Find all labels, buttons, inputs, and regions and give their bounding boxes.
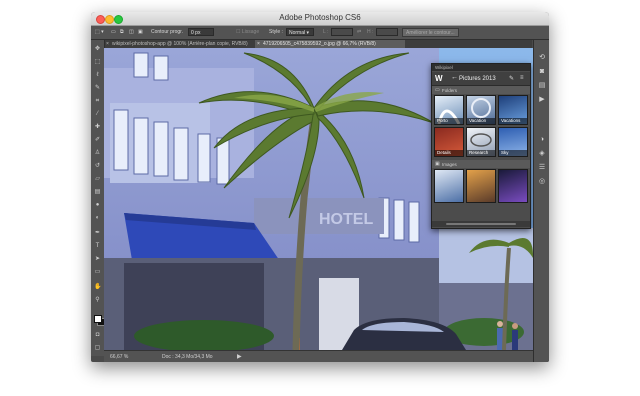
close-tab-icon[interactable]: × <box>106 40 109 48</box>
foreground-color-swatch[interactable] <box>94 315 102 323</box>
pen-tool-icon[interactable]: ✒ <box>94 230 101 237</box>
back-arrow-icon[interactable]: ← <box>451 74 458 81</box>
style-value: Normal <box>289 30 306 36</box>
camera-icon[interactable]: ◙ <box>538 68 546 76</box>
lasso-tool-icon[interactable]: ℓ <box>94 72 101 79</box>
marquee-preset-icon[interactable]: ⬚ ▾ <box>95 29 104 35</box>
menu-icon[interactable]: ≡ <box>520 75 524 81</box>
actions-icon[interactable]: ▶ <box>538 96 546 104</box>
tab-wikipixel-document[interactable]: × wikipixel-photoshop-app @ 100% (Arrièr… <box>104 40 254 48</box>
window-title: Adobe Photoshop CS6 <box>279 13 361 22</box>
width-input[interactable] <box>331 28 353 36</box>
images-section-header[interactable]: ▣ Images <box>432 160 530 168</box>
folder-thumbnail[interactable]: Vacation <box>466 95 496 125</box>
title-bar: Adobe Photoshop CS6 <box>91 12 549 26</box>
images-label: Images <box>442 161 457 167</box>
refine-edge-button[interactable]: Améliorer le contour... <box>402 28 459 37</box>
marquee-tool-icon[interactable]: ⬚ <box>94 59 101 66</box>
folder-caption: Vacations <box>499 118 527 124</box>
dodge-icon[interactable]: ◐ <box>94 215 101 222</box>
blur-icon[interactable]: ● <box>94 202 101 209</box>
smooth-label: Lissage <box>241 29 260 35</box>
folder-thumbnail[interactable]: Porto <box>434 95 464 125</box>
new-selection-icon[interactable]: ▭ <box>111 29 116 35</box>
move-tool-icon[interactable]: ✥ <box>94 46 101 53</box>
image-thumbnail[interactable] <box>434 169 464 203</box>
properties-icon[interactable]: ▤ <box>538 82 546 90</box>
wikipixel-logo: W <box>435 74 443 83</box>
document-tabs: × wikipixel-photoshop-app @ 100% (Arrièr… <box>104 40 532 48</box>
panel-scrollbar[interactable] <box>432 221 530 227</box>
document-size: Doc : 34,3 Mo/34,3 Mo <box>162 354 213 360</box>
height-input[interactable] <box>376 28 398 36</box>
folder-thumbnail[interactable]: Vacations <box>498 95 528 125</box>
history-icon[interactable]: ⟲ <box>538 54 546 62</box>
close-tab-icon[interactable]: × <box>257 40 260 48</box>
zoom-level[interactable]: 66,67 % <box>110 354 128 360</box>
folder-caption: Details <box>435 150 463 156</box>
status-bar: 66,67 % Doc : 34,3 Mo/34,3 Mo ▶ <box>104 350 533 362</box>
zoom-tool-icon[interactable]: ⚲ <box>94 297 101 304</box>
smooth-checkbox[interactable]: ☐ Lissage <box>236 29 259 35</box>
layers-icon[interactable]: ◈ <box>538 150 546 158</box>
height-label: H : <box>367 29 374 35</box>
scrollbar-thumb[interactable] <box>446 223 516 225</box>
folder-thumbnail[interactable]: Sky <box>498 127 528 157</box>
folder-icon: ▭ <box>435 87 440 93</box>
style-label: Style : <box>269 29 283 35</box>
quick-mask-icon[interactable]: ◘ <box>94 332 101 339</box>
wikipixel-panel: Wikipixel W ← Pictures 2013 ✎ ≡ ▭ Folder… <box>431 63 531 229</box>
swap-icon[interactable]: ⇄ <box>357 29 361 35</box>
eraser-icon[interactable]: ▱ <box>94 176 101 183</box>
eyedropper-icon[interactable]: ⁄ <box>94 111 101 118</box>
shape-tool-icon[interactable]: ▭ <box>94 269 101 276</box>
style-select[interactable]: Normal ▾ <box>286 28 314 36</box>
panel-nav: W ← Pictures 2013 ✎ ≡ <box>432 72 530 86</box>
gradient-icon[interactable]: ▤ <box>94 189 101 196</box>
quick-select-icon[interactable]: ✎ <box>94 85 101 92</box>
edit-icon[interactable]: ✎ <box>509 75 514 82</box>
adjustments-icon[interactable]: ◑ <box>538 136 546 144</box>
path-select-icon[interactable]: ➤ <box>94 256 101 263</box>
folder-caption: Porto <box>435 118 463 124</box>
folders-label: Folders <box>442 87 458 93</box>
crop-tool-icon[interactable]: ⌗ <box>94 98 101 105</box>
panel-header[interactable]: Wikipixel <box>432 64 530 71</box>
folders-section-header[interactable]: ▭ Folders <box>432 86 530 94</box>
feather-input[interactable]: 0 px <box>188 28 214 36</box>
width-label: L : <box>323 29 329 35</box>
folder-caption: Research <box>467 150 495 156</box>
subtract-selection-icon[interactable]: ◫ <box>129 29 134 35</box>
image-thumbnail[interactable] <box>498 169 528 203</box>
add-selection-icon[interactable]: ⧉ <box>120 29 124 35</box>
tab-photo-document[interactable]: × 4719206505_c475839592_o.jpg @ 66,7% (R… <box>255 40 405 48</box>
folder-thumbnail[interactable]: Research <box>466 127 496 157</box>
image-thumbnail[interactable] <box>466 169 496 203</box>
hand-tool-icon[interactable]: ✋ <box>94 284 101 291</box>
tools-panel: ✥ ⬚ ℓ ✎ ⌗ ⁄ ✚ ✐ ♙ ↺ ▱ ▤ ● ◐ ✒ T ➤ ▭ ✋ ⚲ … <box>91 40 105 356</box>
tab-label: wikipixel-photoshop-app @ 100% (Arrière-… <box>112 41 248 47</box>
clone-stamp-icon[interactable]: ♙ <box>94 150 101 157</box>
type-tool-icon[interactable]: T <box>94 243 101 250</box>
history-brush-icon[interactable]: ↺ <box>94 163 101 170</box>
folder-thumbnail[interactable]: Details <box>434 127 464 157</box>
folder-caption: Vacation <box>467 118 495 124</box>
healing-brush-icon[interactable]: ✚ <box>94 124 101 131</box>
brush-icon[interactable]: ✐ <box>94 137 101 144</box>
photoshop-window: Adobe Photoshop CS6 ⬚ ▾ ▭ ⧉ ◫ ▣ Contour … <box>91 12 549 362</box>
paths-icon[interactable]: ◎ <box>538 178 546 186</box>
svg-text:HOTEL: HOTEL <box>319 211 373 228</box>
feather-label: Contour progr. <box>151 29 183 35</box>
tab-label: 4719206505_c475839592_o.jpg @ 66,7% (RVB… <box>263 41 376 47</box>
options-bar: ⬚ ▾ ▭ ⧉ ◫ ▣ Contour progr. 0 px ☐ Lissag… <box>91 26 549 40</box>
status-menu-arrow-icon[interactable]: ▶ <box>237 353 242 360</box>
channels-icon[interactable]: ☰ <box>538 164 546 172</box>
panel-dock: ⟲ ◙ ▤ ▶ ◑ ◈ ☰ ◎ <box>533 40 549 362</box>
panel-header-label: Wikipixel <box>435 65 453 70</box>
panel-title: Pictures 2013 <box>459 76 496 82</box>
image-icon: ▣ <box>435 161 440 167</box>
intersect-selection-icon[interactable]: ▣ <box>138 29 143 35</box>
screen-mode-icon[interactable]: ▢ <box>94 345 101 352</box>
folder-caption: Sky <box>499 150 527 156</box>
